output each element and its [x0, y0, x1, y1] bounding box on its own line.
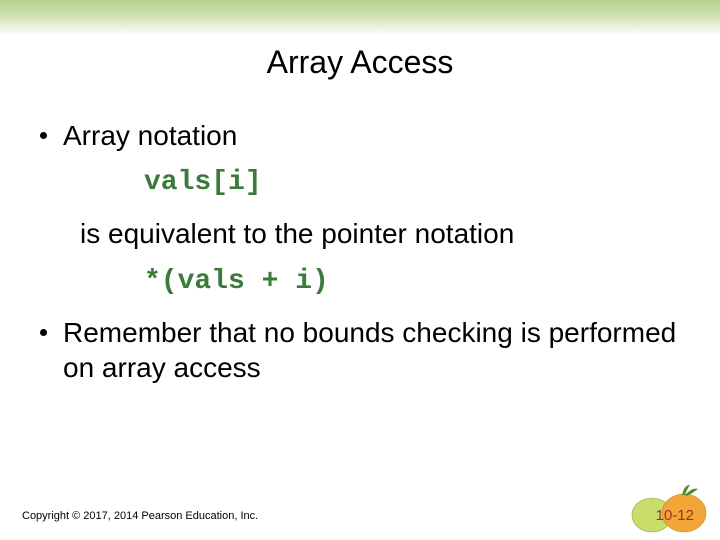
bullet-text: Array notation	[63, 118, 237, 153]
code-snippet: vals[i]	[144, 167, 690, 198]
slide-content: Array notation vals[i] is equivalent to …	[40, 118, 690, 393]
slide-title: Array Access	[0, 44, 720, 81]
continuation-text: is equivalent to the pointer notation	[80, 216, 690, 252]
bullet-item: Array notation	[40, 118, 690, 153]
copyright-text: Copyright © 2017, 2014 Pearson Education…	[22, 510, 258, 522]
code-snippet: *(vals + i)	[144, 266, 690, 297]
header-gradient-band	[0, 0, 720, 36]
bullet-text: Remember that no bounds checking is perf…	[63, 315, 690, 385]
bullet-item: Remember that no bounds checking is perf…	[40, 315, 690, 385]
page-number: 10-12	[656, 507, 694, 524]
bullet-dot-icon	[40, 132, 47, 139]
bullet-dot-icon	[40, 329, 47, 336]
